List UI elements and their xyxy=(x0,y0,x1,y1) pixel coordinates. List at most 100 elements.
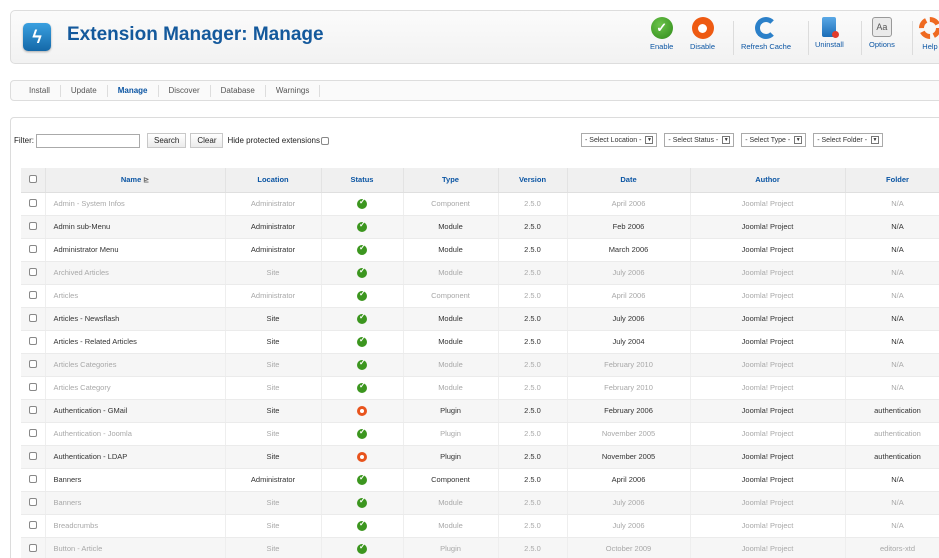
row-checkbox[interactable] xyxy=(28,290,37,299)
clear-button[interactable]: Clear xyxy=(190,133,224,148)
row-checkbox[interactable] xyxy=(28,520,37,529)
enable-button[interactable]: ✓ Enable xyxy=(650,17,673,59)
cell-date: April 2006 xyxy=(567,284,691,308)
enabled-check-icon[interactable] xyxy=(357,289,367,301)
table-row[interactable]: Authentication - JoomlaSite Plugin2.5.0No… xyxy=(21,422,939,446)
cell-status[interactable] xyxy=(321,307,404,331)
uninstall-button[interactable]: Uninstall xyxy=(815,17,844,59)
column-header-location[interactable]: Location xyxy=(225,168,322,193)
column-header-status[interactable]: Status xyxy=(321,168,404,193)
cell-status[interactable] xyxy=(321,537,404,558)
row-checkbox[interactable] xyxy=(28,313,37,322)
tab-update[interactable]: Update xyxy=(61,84,108,97)
row-checkbox[interactable] xyxy=(28,474,37,483)
select-all-checkbox[interactable] xyxy=(28,174,37,183)
cell-folder: N/A xyxy=(845,307,939,331)
enabled-check-icon[interactable] xyxy=(357,381,367,393)
cell-status[interactable] xyxy=(321,468,404,492)
cell-status[interactable] xyxy=(321,261,404,285)
disabled-icon[interactable] xyxy=(357,405,367,416)
tab-discover[interactable]: Discover xyxy=(159,84,211,97)
enabled-check-icon[interactable] xyxy=(357,335,367,347)
type-select[interactable]: - Select Type - ▼ xyxy=(741,133,807,147)
row-checkbox[interactable] xyxy=(28,267,37,276)
enabled-check-icon[interactable] xyxy=(357,542,367,554)
folder-select[interactable]: - Select Folder - ▼ xyxy=(813,133,884,147)
table-row[interactable]: BreadcrumbsSite Module2.5.0July 2006Jooml… xyxy=(21,514,939,538)
table-row[interactable]: Articles CategoriesSite Module2.5.0Februa… xyxy=(21,353,939,377)
cell-type: Module xyxy=(403,238,499,262)
row-checkbox[interactable] xyxy=(28,543,37,552)
cell-version: 2.5.0 xyxy=(498,445,568,469)
tab-manage[interactable]: Manage xyxy=(108,84,159,97)
cell-status[interactable] xyxy=(321,330,404,354)
row-checkbox[interactable] xyxy=(28,497,37,506)
table-row[interactable]: Authentication - GMail Site Plugin 2.5.0 Feb… xyxy=(21,399,939,423)
enabled-check-icon[interactable] xyxy=(357,496,367,508)
row-checkbox[interactable] xyxy=(28,198,37,207)
row-checkbox[interactable] xyxy=(28,405,37,414)
table-row[interactable]: Admin sub-MenuAdministrator Module2.5.0Fe… xyxy=(21,215,939,239)
column-header-folder[interactable]: Folder xyxy=(845,168,939,193)
table-row[interactable]: Button - ArticleSite Plugin2.5.0October 2… xyxy=(21,537,939,558)
cell-status[interactable] xyxy=(321,445,404,469)
enabled-check-icon[interactable] xyxy=(357,197,367,209)
enabled-check-icon[interactable] xyxy=(357,266,367,278)
enabled-check-icon[interactable] xyxy=(357,358,367,370)
table-row[interactable]: Articles CategorySite Module2.5.0February… xyxy=(21,376,939,400)
tab-database[interactable]: Database xyxy=(211,84,266,97)
column-header-date[interactable]: Date xyxy=(567,168,691,193)
options-button[interactable]: Aа Options xyxy=(869,17,895,59)
cell-status[interactable] xyxy=(321,422,404,446)
location-select[interactable]: - Select Location - ▼ xyxy=(581,133,658,147)
table-row[interactable]: BannersAdministrator Component2.5.0April … xyxy=(21,468,939,492)
tab-install[interactable]: Install xyxy=(19,84,61,97)
cell-status[interactable] xyxy=(321,491,404,515)
row-checkbox[interactable] xyxy=(28,221,37,230)
cell-status[interactable] xyxy=(321,238,404,262)
cell-status[interactable] xyxy=(321,353,404,377)
enabled-check-icon[interactable] xyxy=(357,312,367,324)
row-checkbox[interactable] xyxy=(28,382,37,391)
row-checkbox[interactable] xyxy=(28,359,37,368)
table-row[interactable]: Articles - Related ArticlesSite Module2.5… xyxy=(21,330,939,354)
search-button[interactable]: Search xyxy=(147,133,187,148)
row-checkbox[interactable] xyxy=(28,451,37,460)
enabled-check-icon[interactable] xyxy=(357,473,367,485)
hide-protected-checkbox[interactable] xyxy=(320,136,329,145)
tab-warnings[interactable]: Warnings xyxy=(266,84,321,97)
table-row[interactable]: ArticlesAdministrator Component2.5.0April… xyxy=(21,284,939,308)
table-row[interactable]: BannersSite Module2.5.0July 2006Joomla! P… xyxy=(21,491,939,515)
status-select[interactable]: - Select Status - ▼ xyxy=(664,133,735,147)
filter-input[interactable] xyxy=(36,133,140,148)
enabled-check-icon[interactable] xyxy=(357,427,367,439)
column-header-author[interactable]: Author xyxy=(690,168,846,193)
row-checkbox[interactable] xyxy=(28,428,37,437)
table-row[interactable]: Authentication - LDAP Site Plugin 2.5.0 Nove… xyxy=(21,445,939,469)
row-checkbox[interactable] xyxy=(28,336,37,345)
help-button[interactable]: Help xyxy=(919,17,939,59)
table-row[interactable]: Archived ArticlesSite Module2.5.0July 200… xyxy=(21,261,939,285)
refresh-cache-button[interactable]: Refresh Cache xyxy=(741,17,791,59)
column-header-name[interactable]: Name ⊵ xyxy=(45,168,226,193)
cell-author: Joomla! Project xyxy=(690,330,846,354)
cell-folder: N/A xyxy=(845,192,939,216)
cell-status[interactable] xyxy=(321,399,404,423)
column-header-type[interactable]: Type xyxy=(403,168,499,193)
enabled-check-icon[interactable] xyxy=(357,243,367,255)
table-row[interactable]: Admin - System InfosAdministrator Compone… xyxy=(21,192,939,216)
enabled-check-icon[interactable] xyxy=(357,519,367,531)
table-row[interactable]: Administrator MenuAdministrator Module2.5… xyxy=(21,238,939,262)
disable-button[interactable]: Disable xyxy=(690,17,715,59)
cell-status[interactable] xyxy=(321,376,404,400)
cell-status[interactable] xyxy=(321,215,404,239)
cell-status[interactable] xyxy=(321,284,404,308)
cell-date: July 2006 xyxy=(567,491,691,515)
cell-status[interactable] xyxy=(321,514,404,538)
disabled-icon[interactable] xyxy=(357,451,367,462)
row-checkbox[interactable] xyxy=(28,244,37,253)
table-row[interactable]: Articles - NewsflashSite Module2.5.0July … xyxy=(21,307,939,331)
cell-status[interactable] xyxy=(321,192,404,216)
enabled-check-icon[interactable] xyxy=(357,220,367,232)
column-header-version[interactable]: Version xyxy=(498,168,568,193)
